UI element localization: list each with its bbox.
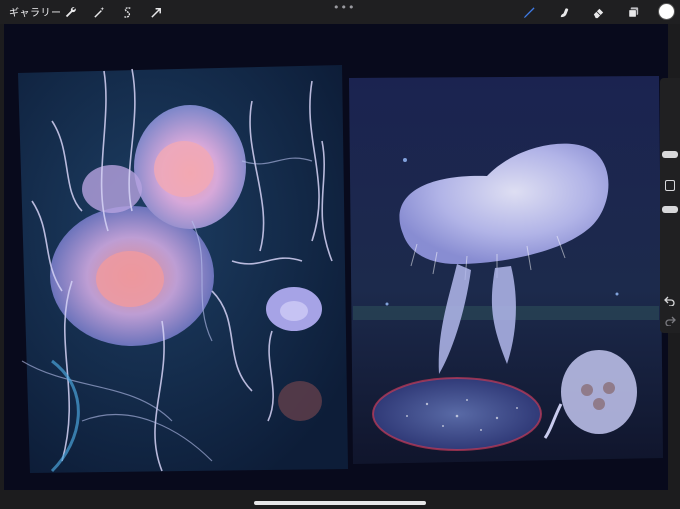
opacity-slider[interactable]: [662, 206, 678, 213]
transform-arrow-icon[interactable]: [148, 4, 164, 20]
wrench-icon[interactable]: [62, 4, 78, 20]
top-toolbar: ギャラリー •••: [0, 0, 680, 24]
color-picker-button[interactable]: [659, 4, 674, 19]
jellyfish-painting-left: [18, 65, 348, 473]
selection-icon[interactable]: [119, 4, 135, 20]
magic-wand-icon[interactable]: [91, 4, 107, 20]
gallery-button[interactable]: ギャラリー: [9, 4, 62, 19]
jellyfish-painting-right: [349, 76, 663, 464]
brush-size-slider[interactable]: [662, 151, 678, 158]
eraser-icon[interactable]: [590, 4, 606, 20]
drawing-canvas[interactable]: [4, 24, 668, 490]
layers-icon[interactable]: [625, 4, 641, 20]
brush-icon[interactable]: [520, 4, 536, 20]
redo-icon[interactable]: [664, 316, 676, 326]
sidebar-panel: [660, 78, 680, 333]
more-options-dots[interactable]: •••: [333, 1, 355, 14]
smudge-icon[interactable]: [556, 4, 572, 20]
modify-button[interactable]: [665, 180, 675, 191]
home-indicator[interactable]: [254, 501, 426, 505]
undo-icon[interactable]: [664, 296, 676, 306]
